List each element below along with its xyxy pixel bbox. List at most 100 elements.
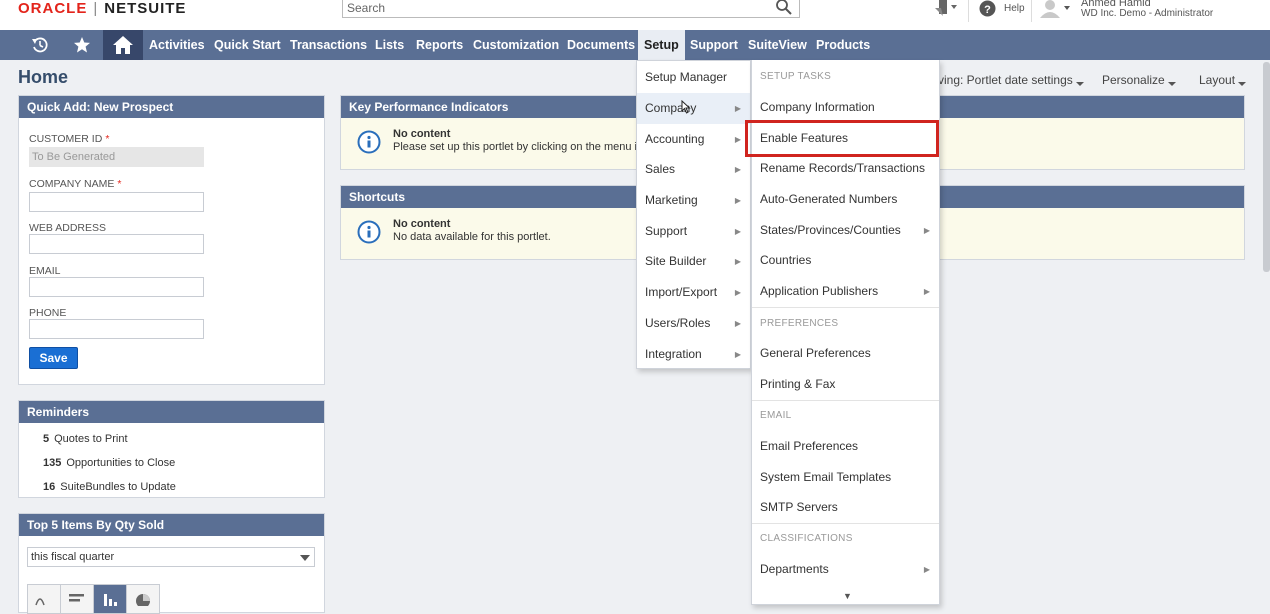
nav-lists[interactable]: Lists [369,30,410,60]
search-input[interactable] [347,0,767,17]
layout-link[interactable]: Layout [1199,73,1247,87]
nav-transactions[interactable]: Transactions [284,30,373,60]
portlet-date-settings-link[interactable]: ving: Portlet date settings [938,73,1084,87]
submenu-arrow-icon: ▶ [734,196,741,205]
netsuite-wordmark: NETSUITE [104,0,187,17]
web-address-field[interactable] [29,234,204,254]
submenu-arrow-icon: ▶ [734,227,741,236]
menu-item-support[interactable]: Support ▶ [637,216,750,247]
menu-item-marketing[interactable]: Marketing ▶ [637,185,750,216]
section-classifications: CLASSIFICATIONS [760,533,853,544]
main-navigation: Activities Quick Start Transactions List… [0,30,1270,60]
no-content-message: Please set up this portlet by clicking o… [393,141,643,153]
company-name-field[interactable] [29,192,204,212]
pie-chart-icon[interactable] [126,584,160,614]
menu-item-site-builder[interactable]: Site Builder ▶ [637,246,750,277]
menu-item-application-publishers[interactable]: Application Publishers ▶ [752,276,939,307]
chevron-down-icon [300,555,310,561]
recent-icon[interactable] [26,30,54,60]
scroll-down-arrow-icon[interactable]: ▼ [843,591,852,601]
menu-item-integration[interactable]: Integration ▶ [637,339,750,370]
required-marker: * [117,178,122,190]
search-icon[interactable] [775,0,793,19]
top5-items-portlet: Top 5 Items By Qty Sold this fiscal quar… [18,513,325,614]
customer-id-field [29,147,204,167]
avatar-icon[interactable] [1039,0,1073,21]
netsuite-logo[interactable]: ORACLE | NETSUITE [18,0,186,17]
required-marker: * [105,133,110,145]
nav-suiteview[interactable]: SuiteView [742,30,813,60]
reminder-item[interactable]: 135 Opportunities to Close [43,457,175,469]
nav-quick-start[interactable]: Quick Start [208,30,287,60]
menu-item-setup-manager[interactable]: Setup Manager [637,62,750,93]
section-email: EMAIL [760,410,792,421]
line-chart-icon[interactable] [27,584,61,614]
nav-customization[interactable]: Customization [467,30,565,60]
nav-setup[interactable]: Setup [638,30,685,60]
chevron-down-icon [1075,82,1084,86]
recent-records-icon[interactable] [933,0,959,21]
reminders-portlet: Reminders 5 Quotes to Print 135 Opportunit… [18,400,325,498]
help-link[interactable]: Help [1004,3,1025,14]
horizontal-bar-icon[interactable] [60,584,94,614]
page-title: Home [18,67,69,87]
portlet-title: Reminders [19,401,324,423]
submenu-arrow-icon: ▶ [734,104,741,113]
help-icon[interactable]: ? [979,0,996,20]
nav-products[interactable]: Products [810,30,876,60]
menu-item-smtp-servers[interactable]: SMTP Servers [752,492,939,523]
nav-activities[interactable]: Activities [143,30,211,60]
personalize-link[interactable]: Personalize [1102,73,1176,87]
menu-item-general-preferences[interactable]: General Preferences [752,338,939,369]
menu-item-sales[interactable]: Sales ▶ [637,154,750,185]
email-field[interactable] [29,277,204,297]
oracle-wordmark: ORACLE [18,0,88,17]
info-icon [357,130,381,157]
phone-label: PHONE [29,307,67,319]
menu-item-system-email-templates[interactable]: System Email Templates [752,462,939,493]
menu-item-countries[interactable]: Countries [752,245,939,276]
info-icon [357,220,381,247]
portlet-title: Quick Add: New Prospect [19,96,324,118]
submenu-arrow-icon: ▶ [923,226,930,235]
menu-item-accounting[interactable]: Accounting ▶ [637,124,750,155]
submenu-arrow-icon: ▶ [734,257,741,266]
menu-item-enable-features[interactable]: Enable Features [752,123,939,154]
nav-support[interactable]: Support [684,30,744,60]
global-search [342,0,800,18]
section-setup-tasks: SETUP TASKS [760,71,832,82]
phone-field[interactable] [29,319,204,339]
menu-item-rename-records[interactable]: Rename Records/Transactions [752,153,939,184]
menu-item-users-roles[interactable]: Users/Roles ▶ [637,308,750,339]
submenu-arrow-icon: ▶ [734,165,741,174]
menu-item-printing-fax[interactable]: Printing & Fax [752,369,939,400]
user-role[interactable]: WD Inc. Demo - Administrator [1081,8,1213,19]
chart-type-tabs [27,584,160,614]
top-bar: ORACLE|NETSUITE ? Help Ahmed Hamid WD In… [0,0,1270,30]
save-button[interactable]: Save [29,347,78,369]
page-scrollbar[interactable] [1263,62,1270,272]
submenu-arrow-icon: ▶ [923,565,930,574]
submenu-arrow-icon: ▶ [734,135,741,144]
home-icon[interactable] [103,30,143,60]
column-chart-icon[interactable] [93,584,127,614]
no-content-title: No content [393,218,451,230]
menu-item-import-export[interactable]: Import/Export ▶ [637,277,750,308]
nav-documents[interactable]: Documents [561,30,641,60]
menu-item-departments[interactable]: Departments ▶ [752,554,939,585]
menu-item-company-information[interactable]: Company Information [752,92,939,123]
no-content-message: No data available for this portlet. [393,231,551,243]
period-select[interactable]: this fiscal quarter [27,547,315,567]
svg-text:?: ? [984,4,991,16]
favorites-star-icon[interactable] [68,30,96,60]
email-label: EMAIL [29,265,61,277]
menu-item-company[interactable]: Company ▶ [637,93,750,124]
chevron-down-icon [1167,82,1176,86]
reminder-item[interactable]: 16 SuiteBundles to Update [43,481,176,493]
menu-item-auto-generated-numbers[interactable]: Auto-Generated Numbers [752,184,939,215]
mouse-cursor-icon [681,99,691,117]
menu-item-email-preferences[interactable]: Email Preferences [752,431,939,462]
menu-item-states-provinces[interactable]: States/Provinces/Counties ▶ [752,215,939,246]
reminder-item[interactable]: 5 Quotes to Print [43,433,128,445]
nav-reports[interactable]: Reports [410,30,469,60]
